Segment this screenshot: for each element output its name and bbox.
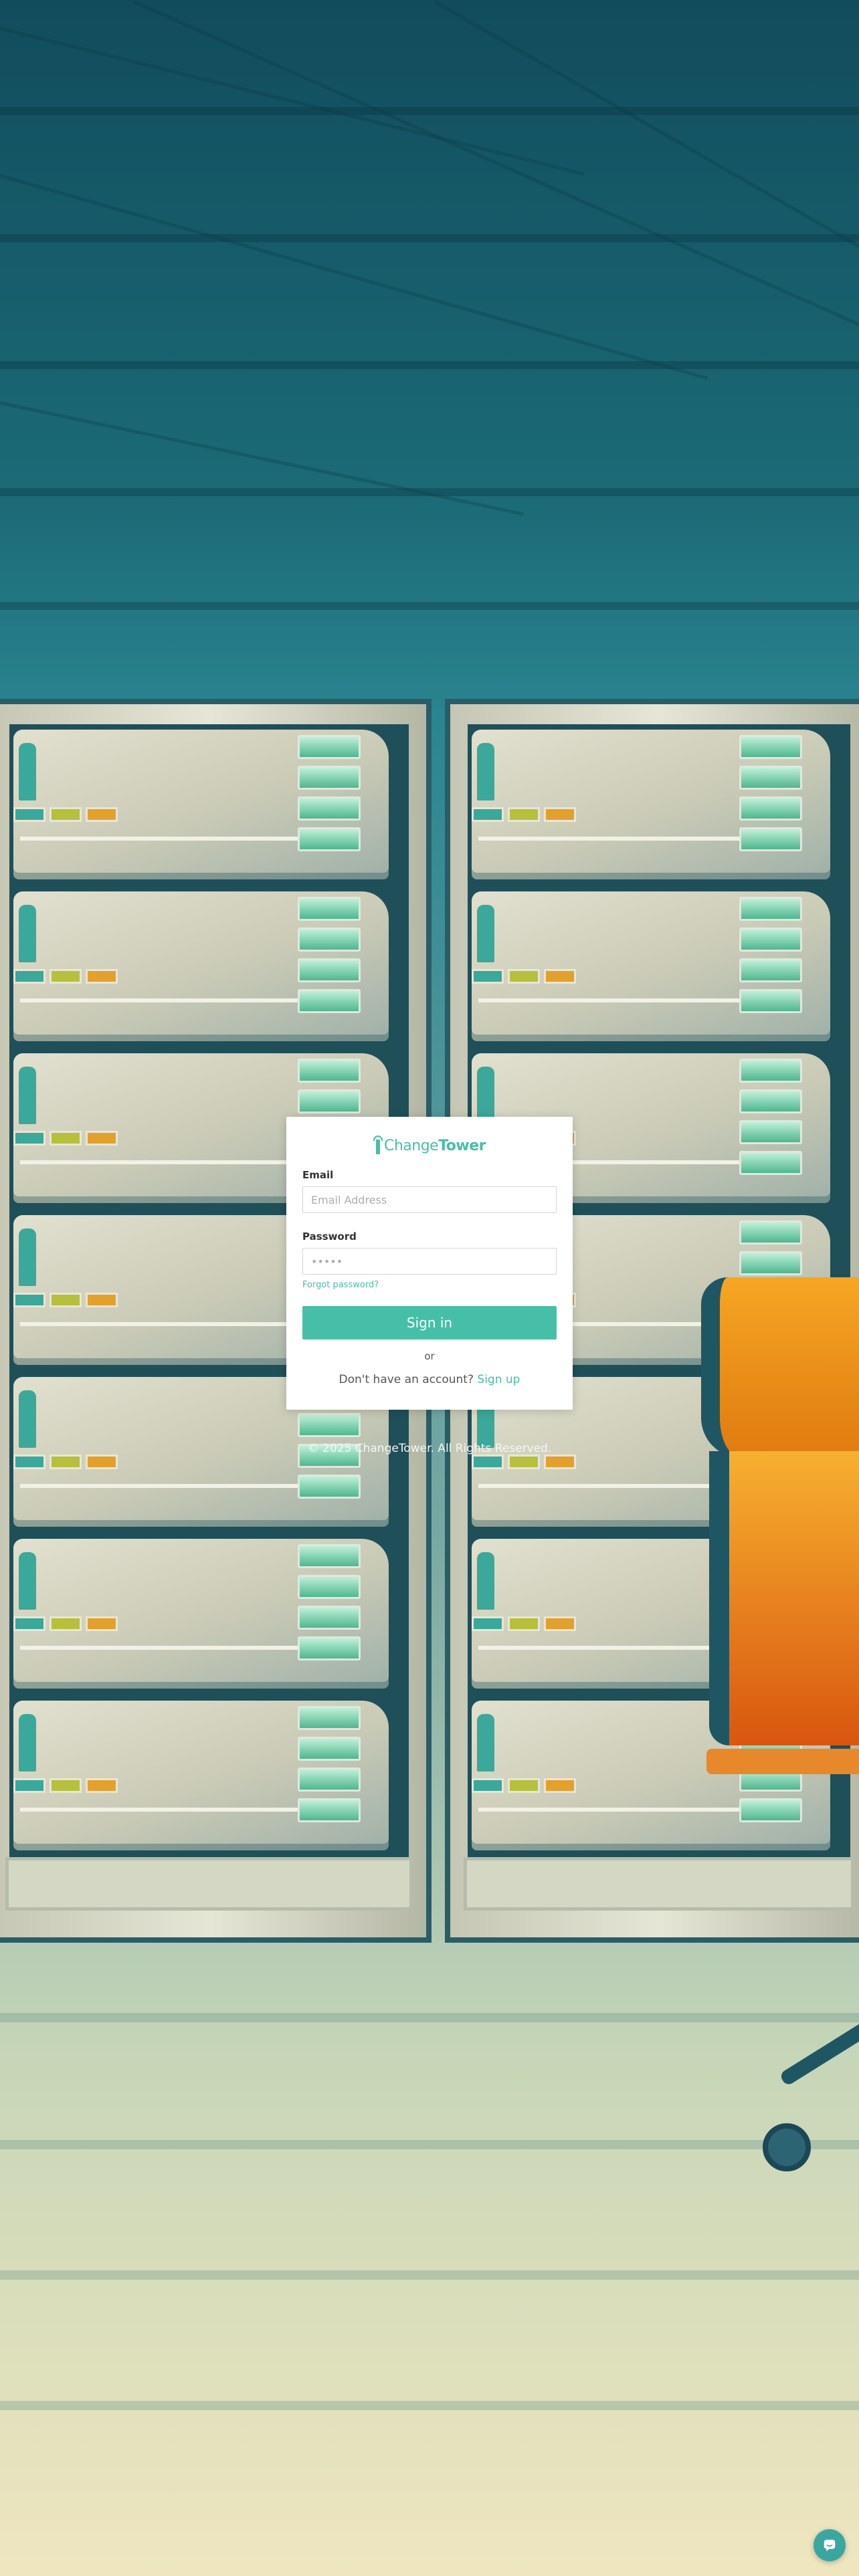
login-card: ChangeTower Email Password Forgot passwo… [286,1117,573,1410]
logo-text-tower: Tower [438,1138,486,1154]
ceiling-beam [0,602,859,610]
password-label: Password [302,1230,357,1243]
copyright-text: © 2025 ChangeTower. All Rights Reserved. [307,1442,552,1455]
office-chair-leg [779,2017,859,2087]
floor-line [0,2013,859,2022]
ceiling-stripe [0,401,524,516]
chat-launcher-button[interactable] [814,2529,846,2561]
office-chair-arm [706,1749,859,1774]
changetower-logo[interactable]: Change Tower [302,1132,557,1154]
ceiling-stripe [0,27,585,176]
or-divider: or [424,1350,435,1362]
sign-up-link[interactable]: Sign up [477,1373,520,1386]
chat-bubble-icon [824,2539,836,2552]
ceiling-stripe [132,0,859,357]
password-group: Password Forgot password? [302,1230,557,1290]
login-page: ChangeTower Email Password Forgot passwo… [0,0,859,2576]
email-label: Email [302,1169,334,1181]
office-chair [701,1277,859,1458]
sign-in-button[interactable]: Sign in [302,1306,557,1339]
signup-row: Don't have an account? Sign up [302,1373,557,1386]
ceiling-stripe [0,174,708,381]
office-chair-wheel [763,2123,811,2171]
office-chair [709,1451,859,1745]
ceiling-beam [0,107,859,115]
ceiling-beam [0,234,859,242]
floor-line [0,2140,859,2149]
email-input[interactable] [302,1186,557,1213]
logo-text-change: Change [383,1138,439,1154]
email-group: Email [302,1169,557,1213]
no-account-text: Don't have an account? [339,1373,474,1386]
password-input[interactable] [302,1248,557,1275]
floor-line [0,2270,859,2280]
floor-line [0,2401,859,2410]
tower-logo-icon [373,1136,383,1154]
forgot-password-link[interactable]: Forgot password? [302,1280,379,1290]
ceiling-beam [0,361,859,369]
